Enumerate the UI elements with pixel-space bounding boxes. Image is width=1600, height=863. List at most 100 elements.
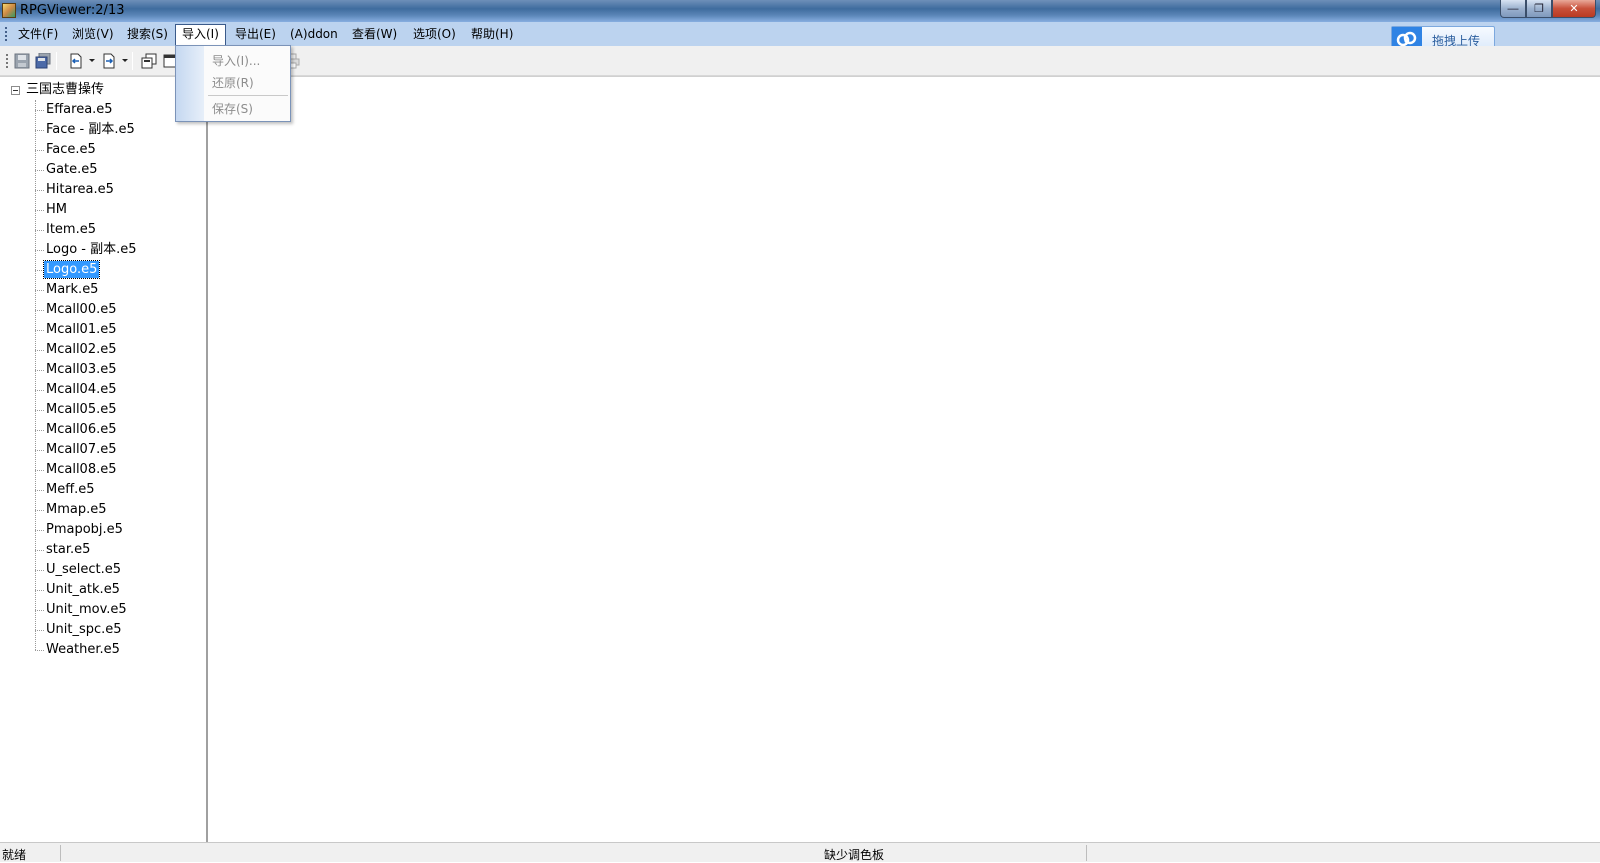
tree-item-label: Hitarea.e5 <box>46 182 114 197</box>
tree-connector <box>35 170 44 171</box>
save-all-icon[interactable] <box>35 53 51 69</box>
tree-item-label: Face - 副本.e5 <box>46 122 135 137</box>
menu-file[interactable]: 文件(F) <box>12 24 64 45</box>
tree-item-label: Logo.e5 <box>42 260 101 279</box>
menu-search[interactable]: 搜索(S) <box>121 24 174 45</box>
tree-item-label: Unit_atk.e5 <box>46 582 120 597</box>
tree-connector <box>35 390 44 391</box>
restore-button[interactable]: ❐ <box>1526 0 1552 18</box>
tree-connector <box>35 150 44 151</box>
copy-icon[interactable] <box>141 53 157 69</box>
tree-item-label: star.e5 <box>46 542 91 557</box>
tree-connector <box>35 610 44 611</box>
tree-item-label: Unit_spc.e5 <box>46 622 122 637</box>
status-separator <box>1086 845 1087 861</box>
export-dropdown-arrow[interactable] <box>122 59 128 62</box>
tree-connector <box>35 550 44 551</box>
menu-browse[interactable]: 浏览(V) <box>66 24 120 45</box>
tree-connector <box>35 630 44 631</box>
tree-item-label: Mcall05.e5 <box>46 402 117 417</box>
window-title: RPGViewer:2/13 <box>20 3 125 18</box>
tree-item-label: Item.e5 <box>46 222 96 237</box>
tree-item-label: Mcall06.e5 <box>46 422 117 437</box>
menu-item-restore[interactable]: 还原(R) <box>212 74 254 91</box>
tree-connector <box>35 510 44 511</box>
tree-connector <box>35 650 44 651</box>
status-separator <box>60 845 61 861</box>
export-icon[interactable] <box>101 53 117 69</box>
tree-item-label: Weather.e5 <box>46 642 120 657</box>
menu-import[interactable]: 导入(I) <box>175 24 226 45</box>
tree-item-label: Logo - 副本.e5 <box>46 242 137 257</box>
toolbar-separator <box>56 52 57 70</box>
status-bar: 就绪 缺少调色板 <box>0 842 1600 862</box>
menu-help[interactable]: 帮助(H) <box>465 24 519 45</box>
tree-connector <box>35 230 44 231</box>
preview-area[interactable] <box>210 76 1600 842</box>
menu-gutter <box>176 46 204 121</box>
tree-connector <box>35 190 44 191</box>
menu-item-import[interactable]: 导入(I)... <box>212 52 260 69</box>
save-icon[interactable] <box>14 53 30 69</box>
tree-connector <box>35 570 44 571</box>
title-bar: RPGViewer:2/13 ― ❐ ✕ <box>0 0 1600 22</box>
tree-item-label: HM <box>46 202 67 217</box>
tree-connector <box>35 470 44 471</box>
minimize-button[interactable]: ― <box>1500 0 1526 18</box>
tree-item-label: Meff.e5 <box>46 482 95 497</box>
tree-item-label: Pmapobj.e5 <box>46 522 123 537</box>
tree-item-label: Mcall01.e5 <box>46 322 117 337</box>
menu-bar: 文件(F) 浏览(V) 搜索(S) 导入(I) 导出(E) (A)ddon 查看… <box>0 22 1600 46</box>
toolbar-grip[interactable] <box>6 54 8 68</box>
import-menu: 导入(I)... 还原(R) 保存(S) <box>175 45 291 122</box>
tree-connector <box>35 330 44 331</box>
menu-export[interactable]: 导出(E) <box>229 24 282 45</box>
tree-item-label: Mcall07.e5 <box>46 442 117 457</box>
restore-icon: ❐ <box>1534 2 1544 15</box>
tree-connector <box>35 370 44 371</box>
toolbar-separator <box>132 52 133 70</box>
tree-item-label: Mark.e5 <box>46 282 99 297</box>
import-dropdown-arrow[interactable] <box>89 59 95 62</box>
tree-item-label: Gate.e5 <box>46 162 98 177</box>
tree-connector <box>35 210 44 211</box>
tree-item-label: Face.e5 <box>46 142 96 157</box>
app-icon <box>2 3 16 18</box>
tree-item-label: Mcall03.e5 <box>46 362 117 377</box>
tree-connector <box>35 350 44 351</box>
palette-status: 缺少调色板 <box>824 848 885 862</box>
tree-connector <box>35 130 44 131</box>
window-controls: ― ❐ ✕ <box>1500 0 1596 18</box>
tree-connector <box>35 450 44 451</box>
collapse-icon[interactable] <box>11 86 20 95</box>
menubar-grip[interactable] <box>5 27 7 41</box>
tree-item-label: Mmap.e5 <box>46 502 107 517</box>
menu-view[interactable]: 查看(W) <box>346 24 403 45</box>
tree-connector <box>35 250 44 251</box>
tree-connector <box>35 490 44 491</box>
tree-connector <box>35 290 44 291</box>
status-text: 就绪 <box>2 848 27 862</box>
file-tree-pane[interactable]: 三国志曹操传 Effarea.e5 Face - 副本.e5 Face.e5 Gate… <box>0 76 208 842</box>
tree-connector <box>35 530 44 531</box>
tree-item-label: Mcall04.e5 <box>46 382 117 397</box>
tree-connector <box>35 110 44 111</box>
menu-separator <box>208 95 288 96</box>
close-icon: ✕ <box>1569 2 1579 15</box>
tree-item-label: Effarea.e5 <box>46 102 113 117</box>
menu-options[interactable]: 选项(O) <box>407 24 462 45</box>
tree-connector <box>35 270 44 271</box>
menu-addon[interactable]: (A)ddon <box>284 24 344 45</box>
tree-connector <box>35 590 44 591</box>
tree-item-label: Mcall02.e5 <box>46 342 117 357</box>
minimize-icon: ― <box>1507 2 1519 15</box>
menu-item-save[interactable]: 保存(S) <box>212 100 253 117</box>
tree-item-label: Mcall08.e5 <box>46 462 117 477</box>
tree-connector <box>35 410 44 411</box>
close-button[interactable]: ✕ <box>1552 0 1596 18</box>
tree-item-label: U_select.e5 <box>46 562 122 577</box>
tree-connector-line <box>35 100 36 650</box>
tree-item-label: Unit_mov.e5 <box>46 602 127 617</box>
tree-root-label: 三国志曹操传 <box>26 82 105 97</box>
import-icon[interactable] <box>68 53 84 69</box>
